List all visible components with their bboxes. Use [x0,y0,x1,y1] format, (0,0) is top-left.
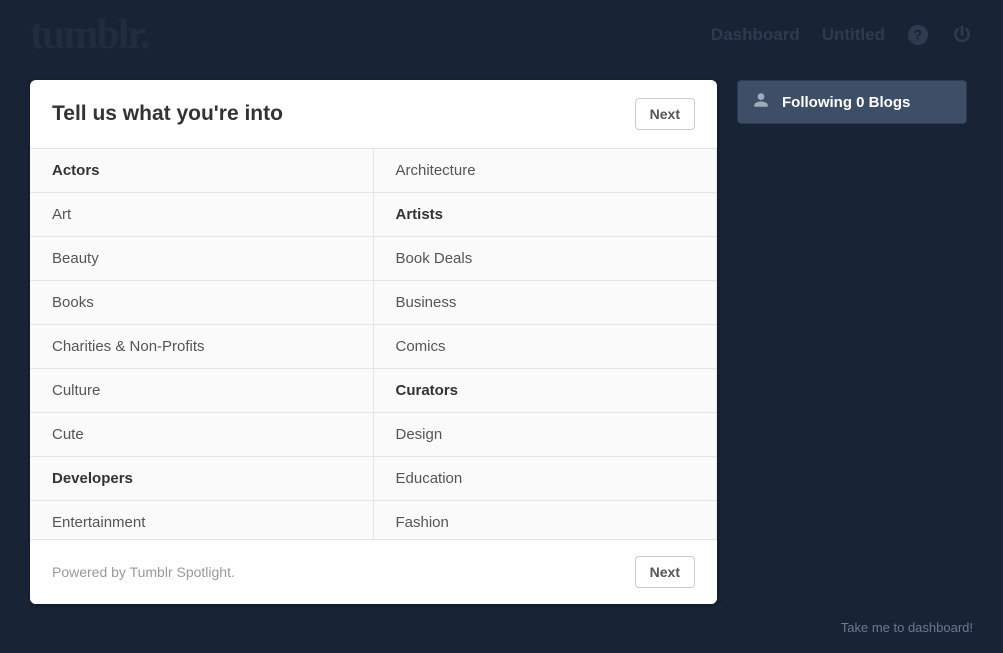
category-item[interactable]: Curators [374,369,718,413]
category-item[interactable]: Developers [30,457,374,501]
app-header: tumblr. Dashboard Untitled ? [0,0,1003,70]
header-nav: Dashboard Untitled ? [711,24,973,46]
svg-text:?: ? [914,28,922,43]
power-icon[interactable] [951,24,973,46]
category-item[interactable]: Culture [30,369,374,413]
following-label: Following 0 Blogs [782,94,910,111]
categories-grid: ActorsArchitectureArtArtistsBeautyBook D… [30,149,717,539]
category-item[interactable]: Entertainment [30,501,374,539]
category-item[interactable]: Beauty [30,237,374,281]
nav-untitled[interactable]: Untitled [822,25,885,45]
category-item[interactable]: Design [374,413,718,457]
category-item[interactable]: Architecture [374,149,718,193]
following-box[interactable]: Following 0 Blogs [737,80,967,124]
modal-title: Tell us what you're into [52,102,283,126]
modal-header: Tell us what you're into Next [30,80,717,149]
sidebar: Following 0 Blogs [737,80,967,124]
category-item[interactable]: Books [30,281,374,325]
nav-dashboard[interactable]: Dashboard [711,25,800,45]
content-area: Tell us what you're into Next ActorsArch… [0,70,1003,614]
category-item[interactable]: Business [374,281,718,325]
category-item[interactable]: Artists [374,193,718,237]
person-icon [752,91,770,113]
category-item[interactable]: Education [374,457,718,501]
category-item[interactable]: Book Deals [374,237,718,281]
next-button-bottom[interactable]: Next [635,556,695,588]
category-item[interactable]: Actors [30,149,374,193]
footer-text: Powered by Tumblr Spotlight. [52,564,235,580]
categories-scroll[interactable]: ActorsArchitectureArtArtistsBeautyBook D… [30,149,717,539]
next-button-top[interactable]: Next [635,98,695,130]
take-me-to-dashboard-link[interactable]: Take me to dashboard! [841,620,973,635]
modal-footer: Powered by Tumblr Spotlight. Next [30,539,717,604]
tumblr-logo[interactable]: tumblr. [30,11,149,59]
category-item[interactable]: Comics [374,325,718,369]
help-icon[interactable]: ? [907,24,929,46]
category-item[interactable]: Charities & Non-Profits [30,325,374,369]
interests-modal: Tell us what you're into Next ActorsArch… [30,80,717,604]
category-item[interactable]: Fashion [374,501,718,539]
category-item[interactable]: Art [30,193,374,237]
category-item[interactable]: Cute [30,413,374,457]
